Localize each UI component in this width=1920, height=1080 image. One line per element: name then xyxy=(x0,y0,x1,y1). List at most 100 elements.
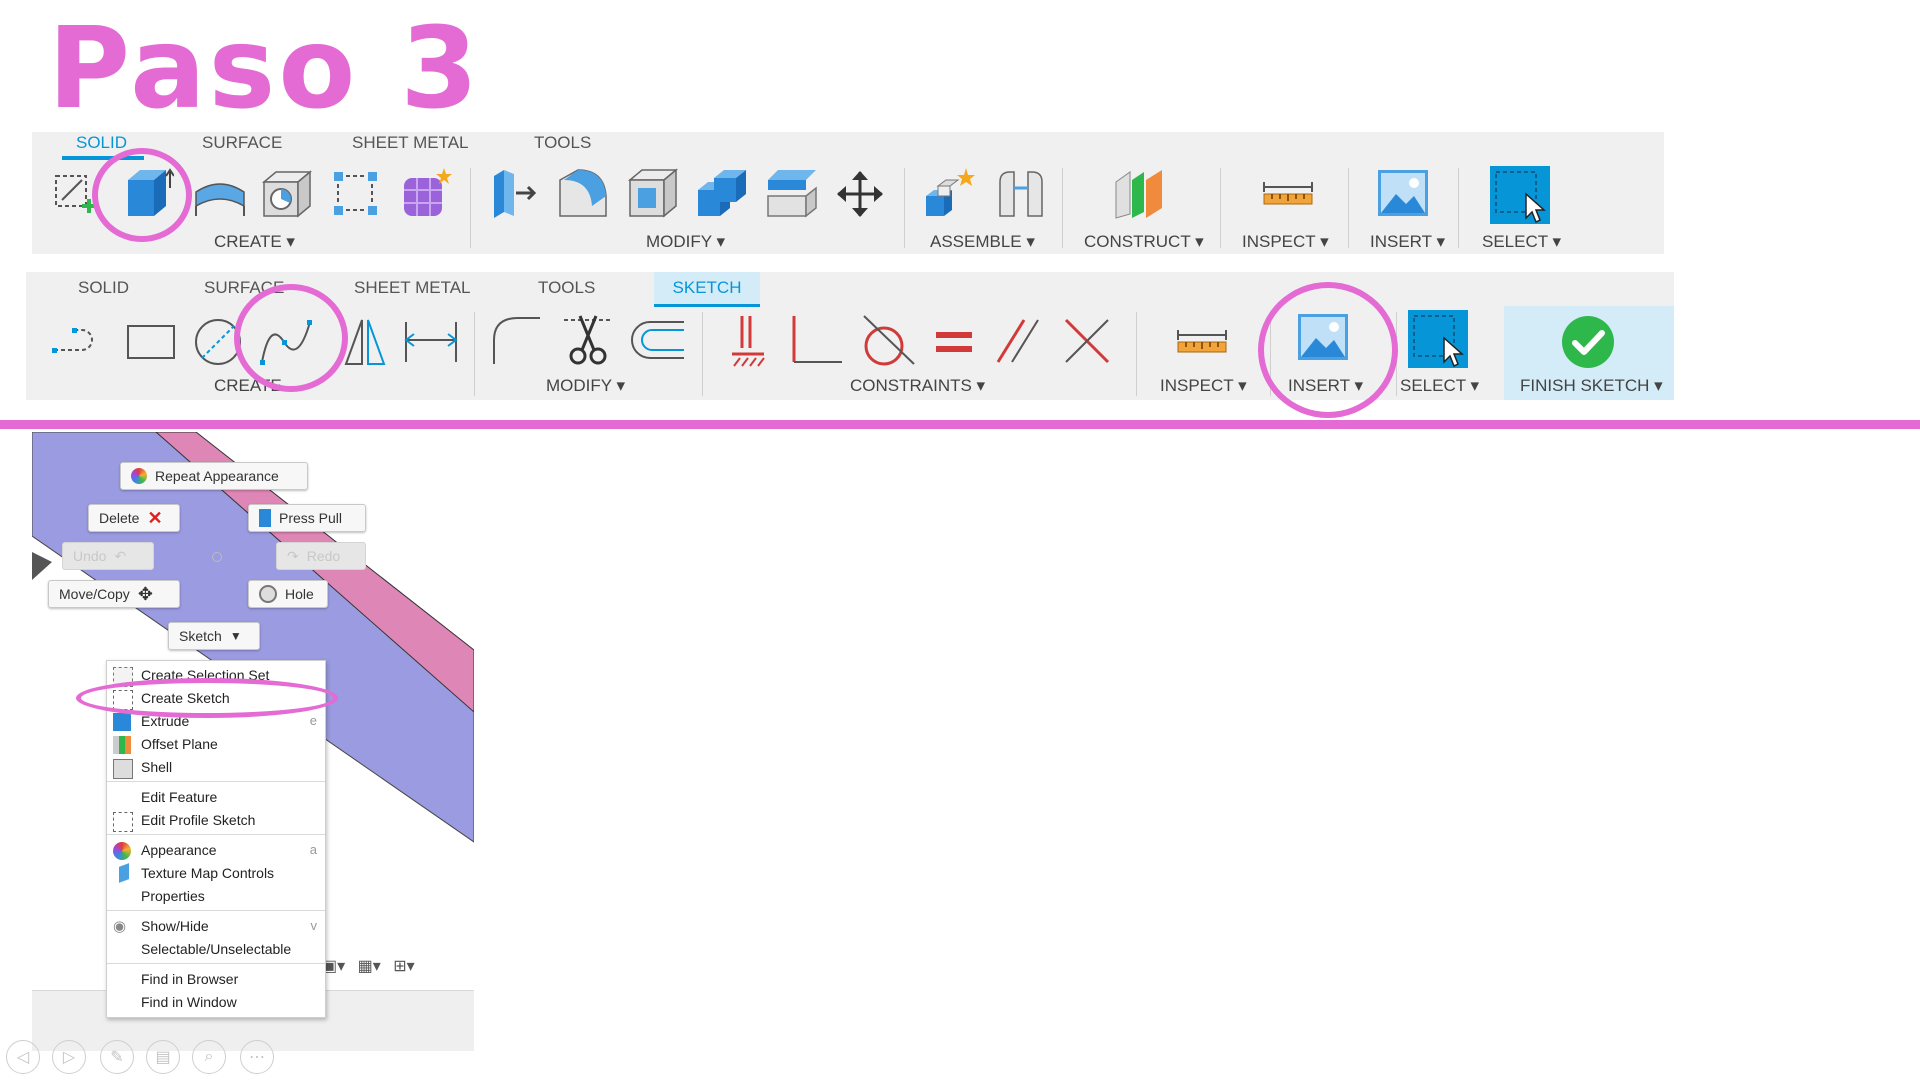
hole-icon[interactable] xyxy=(260,168,314,220)
pattern-icon[interactable] xyxy=(332,170,380,218)
view-controls[interactable]: ▣▾ ▦▾ ⊞▾ xyxy=(322,956,415,976)
show-hide-shortcut: v xyxy=(310,918,318,933)
joint-icon[interactable] xyxy=(994,168,1048,220)
menu-item-properties[interactable]: Properties xyxy=(141,888,205,904)
move-copy-label: Move/Copy xyxy=(59,586,130,602)
fix-constraint-icon[interactable] xyxy=(728,312,768,368)
measure-icon[interactable] xyxy=(1176,326,1228,356)
form-icon[interactable] xyxy=(400,166,454,220)
next-slide-icon[interactable]: ▷ xyxy=(52,1040,86,1074)
select-icon[interactable] xyxy=(1488,164,1552,226)
constraints-dropdown[interactable]: CONSTRAINTS ▾ xyxy=(850,376,985,396)
rectangle-icon[interactable] xyxy=(124,322,178,362)
tab-solid[interactable]: SOLID xyxy=(78,278,129,298)
mirror-icon[interactable] xyxy=(342,316,388,368)
shell-icon[interactable] xyxy=(626,166,680,220)
highlight-ellipse-create-sketch xyxy=(76,678,338,718)
move-copy-button[interactable]: Move/Copy ✥ xyxy=(48,580,180,608)
create-dropdown[interactable]: CREATE ▾ xyxy=(214,232,295,252)
select-dropdown[interactable]: SELECT ▾ xyxy=(1482,232,1561,252)
offset-plane-icon[interactable] xyxy=(1112,166,1168,220)
dimension-icon[interactable] xyxy=(402,318,460,366)
redo-label: Redo xyxy=(306,548,341,564)
more-options-icon[interactable]: ⋯ xyxy=(240,1040,274,1074)
modify-dropdown[interactable]: MODIFY ▾ xyxy=(646,232,725,252)
line-icon[interactable] xyxy=(52,322,110,362)
fillet-icon[interactable] xyxy=(556,166,612,220)
perpendicular-icon[interactable] xyxy=(788,312,846,368)
marking-menu-center-icon xyxy=(212,552,222,562)
tangent-icon[interactable] xyxy=(860,312,918,368)
construct-dropdown[interactable]: CONSTRUCT ▾ xyxy=(1084,232,1204,252)
menu-item-show-hide[interactable]: Show/Hide xyxy=(141,918,209,934)
redo-button[interactable]: ↷ Redo xyxy=(276,542,366,570)
inspect-dropdown[interactable]: INSPECT ▾ xyxy=(1242,232,1329,252)
sketch-button[interactable]: Sketch ▼ xyxy=(168,622,260,650)
coincident-icon[interactable] xyxy=(1062,316,1112,366)
hole-button[interactable]: Hole xyxy=(248,580,328,608)
slides-icon[interactable]: ▤ xyxy=(146,1040,180,1074)
insert-image-icon[interactable] xyxy=(1376,168,1430,218)
menu-item-shell[interactable]: Shell xyxy=(141,759,172,775)
insert-dropdown[interactable]: INSERT ▾ xyxy=(1370,232,1445,252)
repeat-appearance-label: Repeat Appearance xyxy=(155,468,279,484)
viewports-icon[interactable]: ⊞▾ xyxy=(393,958,414,975)
highlight-ring-insert xyxy=(1258,282,1398,418)
menu-separator xyxy=(107,834,325,835)
separator xyxy=(474,312,475,396)
tab-sheet-metal[interactable]: SHEET METAL xyxy=(354,278,471,298)
measure-icon[interactable] xyxy=(1262,178,1314,208)
menu-item-offset-plane[interactable]: Offset Plane xyxy=(141,736,218,752)
repeat-appearance-button[interactable]: Repeat Appearance xyxy=(120,462,308,490)
menu-item-edit-feature[interactable]: Edit Feature xyxy=(141,789,217,805)
menu-item-find-in-window[interactable]: Find in Window xyxy=(141,994,237,1010)
select-icon[interactable] xyxy=(1406,308,1470,370)
tab-sketch[interactable]: SKETCH xyxy=(654,272,760,307)
press-pull-button[interactable]: Press Pull xyxy=(248,504,366,532)
tab-tools[interactable]: TOOLS xyxy=(534,133,591,153)
tab-sheet-metal[interactable]: SHEET METAL xyxy=(352,133,469,153)
extrude-icon xyxy=(113,713,131,731)
menu-item-selectable-unselectable[interactable]: Selectable/Unselectable xyxy=(141,941,291,957)
inspect-dropdown[interactable]: INSPECT ▾ xyxy=(1160,376,1247,396)
press-pull-icon[interactable] xyxy=(488,166,542,220)
menu-item-edit-profile-sketch[interactable]: Edit Profile Sketch xyxy=(141,812,255,828)
separator xyxy=(1220,168,1221,248)
tab-tools[interactable]: TOOLS xyxy=(538,278,595,298)
replace-face-icon[interactable] xyxy=(764,166,820,220)
delete-label: Delete xyxy=(99,510,140,526)
tab-solid[interactable]: SOLID xyxy=(76,133,127,153)
undo-icon: ↶ xyxy=(114,547,127,564)
equal-icon[interactable] xyxy=(932,328,976,358)
redo-icon: ↷ xyxy=(287,547,299,564)
move-icon[interactable] xyxy=(834,168,886,220)
modify-dropdown[interactable]: MODIFY ▾ xyxy=(546,376,625,396)
new-component-icon[interactable] xyxy=(922,166,978,220)
finish-sketch-button[interactable]: FINISH SKETCH ▾ xyxy=(1520,376,1663,396)
zoom-icon[interactable]: ⌕ xyxy=(192,1040,226,1074)
appearance-icon xyxy=(113,842,131,860)
fillet-sketch-icon[interactable] xyxy=(488,312,544,368)
separator xyxy=(904,168,905,248)
menu-item-appearance[interactable]: Appearance xyxy=(141,842,217,858)
finish-sketch-check-icon[interactable] xyxy=(1560,314,1616,370)
tab-surface[interactable]: SURFACE xyxy=(202,133,282,153)
separator xyxy=(470,168,471,248)
previous-slide-icon[interactable]: ◁ xyxy=(6,1040,40,1074)
menu-item-find-in-browser[interactable]: Find in Browser xyxy=(141,971,238,987)
undo-button[interactable]: Undo ↶ xyxy=(62,542,154,570)
assemble-dropdown[interactable]: ASSEMBLE ▾ xyxy=(930,232,1035,252)
parallel-icon[interactable] xyxy=(994,316,1042,366)
menu-separator xyxy=(107,781,325,782)
trim-icon[interactable] xyxy=(560,312,614,368)
texture-map-icon xyxy=(113,863,131,883)
pen-icon[interactable]: ✎ xyxy=(100,1040,134,1074)
offset-icon[interactable] xyxy=(628,318,688,362)
divider-line xyxy=(0,420,1920,429)
select-dropdown[interactable]: SELECT ▾ xyxy=(1400,376,1479,396)
delete-button[interactable]: Delete ✕ xyxy=(88,504,180,532)
revolve-icon[interactable] xyxy=(192,172,248,218)
grid-settings-icon[interactable]: ▦▾ xyxy=(358,958,381,975)
combine-icon[interactable] xyxy=(694,166,750,220)
menu-item-texture-map-controls[interactable]: Texture Map Controls xyxy=(141,865,274,881)
